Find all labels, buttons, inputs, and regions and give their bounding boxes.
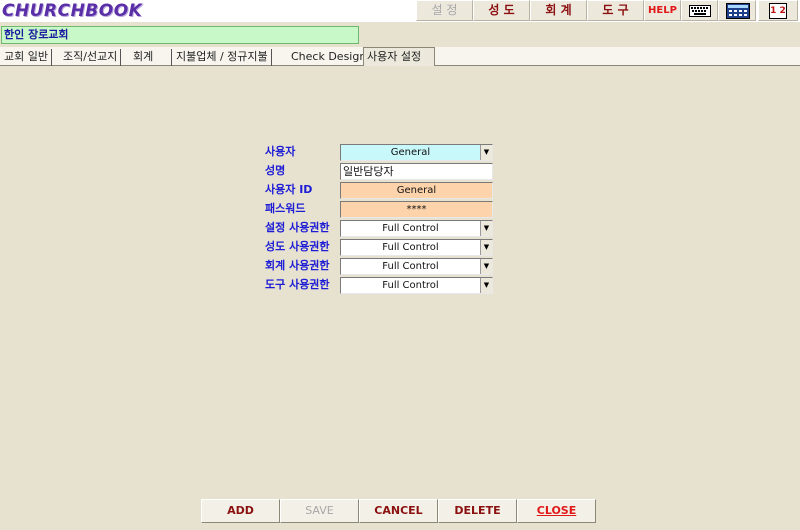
tab-vendors[interactable]: 지불업체 / 정규지불: [173, 49, 272, 66]
delete-button[interactable]: DELETE: [438, 499, 517, 523]
menu-members-button[interactable]: 성 도: [473, 0, 530, 21]
password-label: 패스워드: [265, 202, 306, 215]
calculator-icon: [726, 3, 750, 22]
add-button[interactable]: ADD: [201, 499, 280, 523]
menu-settings-button[interactable]: 설 정: [416, 0, 473, 21]
tools-permission-select[interactable]: Full Control ▼: [340, 277, 493, 294]
user-id-label: 사용자 ID: [265, 183, 313, 196]
church-name-row: 한인 장로교회: [0, 22, 800, 47]
dropdown-arrow-icon[interactable]: ▼: [480, 240, 492, 255]
calculator-button[interactable]: [718, 0, 756, 21]
settings-permission-value: Full Control: [382, 223, 439, 234]
tab-check-design[interactable]: Check Design: [288, 49, 371, 66]
tools-permission-label: 도구 사용권한: [265, 278, 330, 291]
dropdown-arrow-icon[interactable]: ▼: [480, 278, 492, 293]
save-button[interactable]: SAVE: [280, 499, 359, 523]
calendar-icon-text: 1 2: [770, 6, 786, 16]
top-bar: CHURCHBOOK 설 정 성 도 회 계 도 구 HELP 1 2: [0, 0, 800, 22]
close-button[interactable]: CLOSE: [517, 499, 596, 523]
user-select[interactable]: General ▼: [340, 144, 493, 161]
close-button-label: CLOSE: [536, 504, 577, 517]
user-id-field[interactable]: General: [340, 182, 493, 199]
tab-accounting[interactable]: 회계: [130, 49, 172, 66]
accounting-permission-select[interactable]: Full Control ▼: [340, 258, 493, 275]
members-permission-value: Full Control: [382, 242, 439, 253]
calendar-icon: 1 2: [769, 3, 787, 19]
church-name-field: 한인 장로교회: [1, 26, 359, 44]
dropdown-arrow-icon[interactable]: ▼: [480, 259, 492, 274]
cancel-button[interactable]: CANCEL: [359, 499, 438, 523]
tab-organization[interactable]: 조직/선교지: [60, 49, 122, 66]
accounting-permission-label: 회계 사용권한: [265, 259, 330, 272]
dropdown-arrow-icon[interactable]: ▼: [480, 221, 492, 236]
name-label: 성명: [265, 164, 286, 177]
members-permission-select[interactable]: Full Control ▼: [340, 239, 493, 256]
accounting-permission-value: Full Control: [382, 261, 439, 272]
password-field[interactable]: ****: [340, 201, 493, 218]
name-field[interactable]: 일반담당자: [340, 163, 493, 180]
keyboard-icon: [689, 5, 711, 20]
user-select-value: General: [390, 147, 431, 158]
menu-accounting-button[interactable]: 회 계: [530, 0, 587, 21]
calendar-button[interactable]: 1 2: [758, 0, 798, 21]
settings-permission-label: 설정 사용권한: [265, 221, 330, 234]
tab-user-settings[interactable]: 사용자 설정: [363, 47, 435, 66]
user-label: 사용자: [265, 145, 296, 158]
menu-tools-button[interactable]: 도 구: [587, 0, 644, 21]
settings-permission-select[interactable]: Full Control ▼: [340, 220, 493, 237]
tab-church-general[interactable]: 교회 일반: [1, 49, 52, 66]
app-logo: CHURCHBOOK: [2, 1, 143, 21]
tools-permission-value: Full Control: [382, 280, 439, 291]
tab-strip: 교회 일반 조직/선교지 회계 지불업체 / 정규지불 Check Design…: [0, 47, 800, 66]
dropdown-arrow-icon[interactable]: ▼: [480, 145, 492, 160]
keyboard-button[interactable]: [681, 0, 718, 21]
help-button[interactable]: HELP: [644, 0, 681, 21]
members-permission-label: 성도 사용권한: [265, 240, 330, 253]
